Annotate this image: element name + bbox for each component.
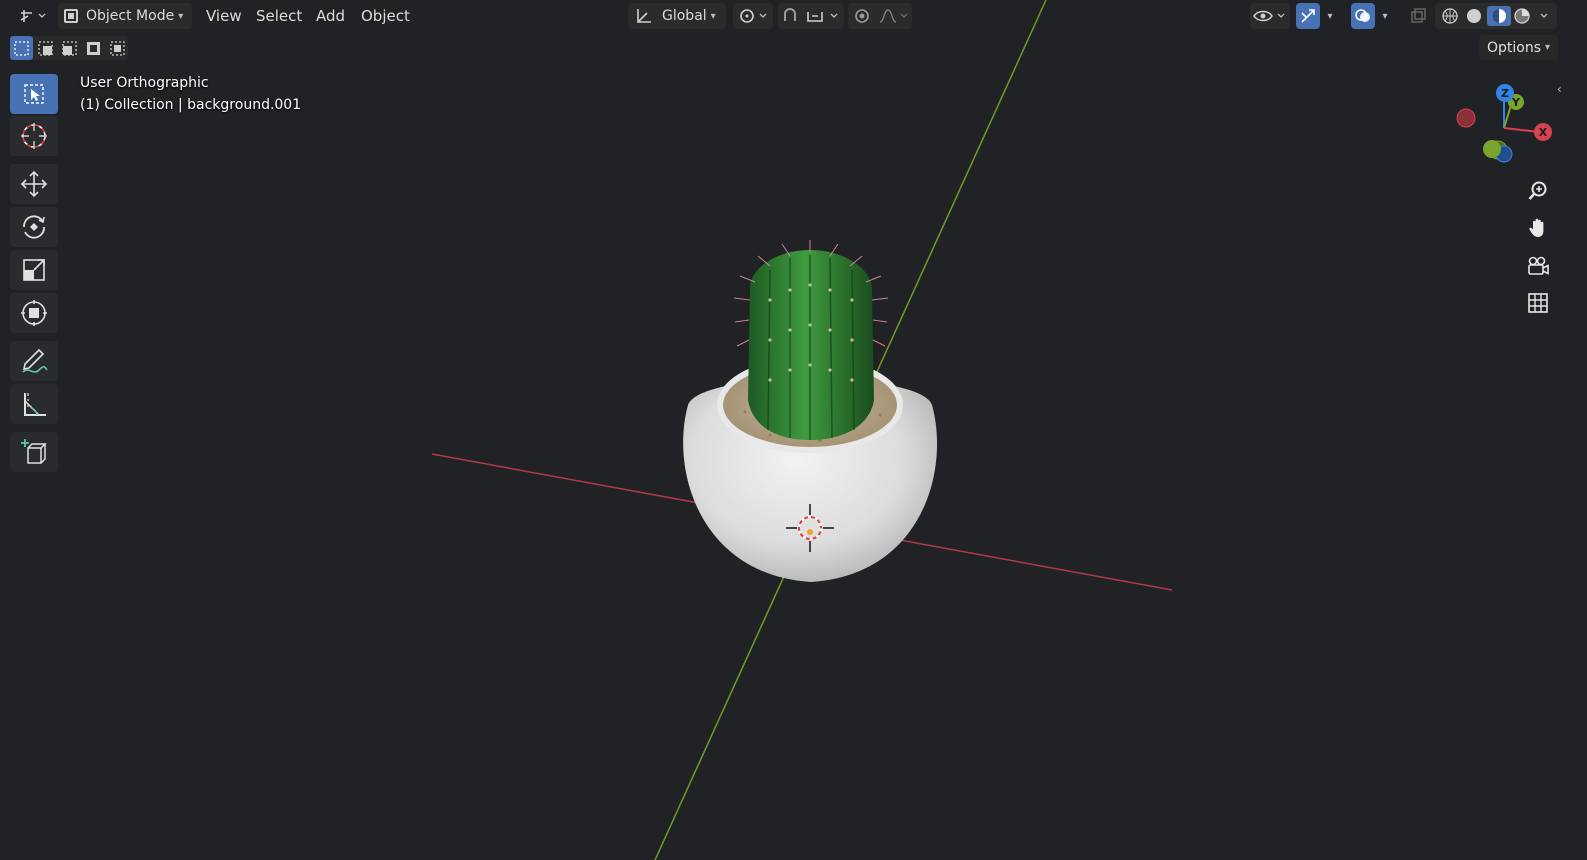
xray-toggle-button[interactable] <box>1406 3 1430 29</box>
hand-icon <box>1529 218 1544 237</box>
chevron-down-icon: ▾ <box>178 10 184 22</box>
proportional-editing-controls[interactable] <box>848 3 912 29</box>
options-dropdown[interactable]: Options ▾ <box>1479 35 1558 60</box>
camera-view-button[interactable] <box>1521 249 1555 283</box>
transform-tool[interactable] <box>10 293 58 333</box>
proportional-icon <box>855 9 908 23</box>
visibility-dropdown[interactable] <box>1250 3 1290 29</box>
move-tool[interactable] <box>10 164 58 204</box>
pivot-icon <box>740 9 767 23</box>
transform-icon <box>21 300 47 326</box>
gizmo-x-label: X <box>1539 126 1548 139</box>
sidebar-collapse-icon[interactable]: ‹ <box>1557 82 1562 96</box>
object-mode-icon <box>64 9 78 23</box>
menu-object[interactable]: Object <box>361 5 410 27</box>
chevron-down-icon: ▾ <box>1382 10 1388 22</box>
grid-icon <box>1528 293 1548 313</box>
move-icon <box>20 170 48 198</box>
scale-icon <box>23 259 45 281</box>
transform-orientation-dropdown[interactable]: Global ▾ <box>628 3 726 29</box>
selection-mode-group <box>10 36 128 60</box>
overlays-icon <box>1355 9 1370 22</box>
menu-add[interactable]: Add <box>316 5 345 27</box>
annotate-icon <box>22 348 48 373</box>
menu-view[interactable]: View <box>206 5 242 27</box>
overlays-toggle-button[interactable] <box>1351 3 1375 29</box>
measure-icon <box>24 393 46 416</box>
select-box-icon <box>24 84 44 104</box>
gizmo-dropdown[interactable]: ▾ <box>1322 3 1338 29</box>
annotate-tool[interactable] <box>10 341 58 381</box>
shading-mode-group <box>1435 3 1557 29</box>
navigation-gizmo[interactable]: Y Z X <box>1452 80 1562 170</box>
chevron-down-icon: ▾ <box>710 10 716 22</box>
snap-controls[interactable] <box>778 3 844 29</box>
viewport-info: User Orthographic (1) Collection | backg… <box>80 72 301 116</box>
snap-icon <box>784 8 838 22</box>
eye-icon <box>1253 10 1285 22</box>
chevron-down-icon: ▾ <box>1327 10 1333 22</box>
scene-canvas <box>431 0 1173 860</box>
editor-type-button[interactable] <box>16 3 50 29</box>
chevron-down-icon: ▾ <box>1545 42 1551 53</box>
orientation-label: Global <box>662 8 707 24</box>
orientation-icon <box>637 9 651 23</box>
collection-info: (1) Collection | background.001 <box>80 97 302 113</box>
overlays-dropdown[interactable]: ▾ <box>1377 3 1393 29</box>
select-box-tool[interactable] <box>10 74 58 114</box>
axes-editor-icon <box>20 10 46 22</box>
pan-button[interactable] <box>1521 211 1555 245</box>
pivot-point-dropdown[interactable] <box>733 3 773 29</box>
view-name: User Orthographic <box>80 75 209 91</box>
selection-mode-icons <box>10 36 125 60</box>
cursor-tool[interactable] <box>10 116 58 156</box>
camera-icon <box>1528 256 1549 275</box>
rotate-icon <box>23 215 45 239</box>
gizmo-icon <box>1301 9 1315 23</box>
viewport-header: Object Mode ▾ View Select Add Object Glo… <box>0 0 1587 32</box>
add-cube-icon <box>21 439 47 464</box>
scale-tool[interactable] <box>10 250 58 290</box>
xray-icon <box>1411 8 1426 23</box>
3d-viewport[interactable]: Object Mode ▾ View Select Add Object Glo… <box>0 0 1587 860</box>
perspective-toggle-button[interactable] <box>1521 286 1555 320</box>
rotate-tool[interactable] <box>10 207 58 247</box>
zoom-button[interactable] <box>1521 174 1555 208</box>
options-label: Options <box>1486 39 1541 56</box>
gizmo-z-label: Z <box>1501 87 1509 100</box>
zoom-icon <box>1528 181 1547 200</box>
cursor-icon <box>21 123 47 149</box>
add-cube-tool[interactable] <box>10 432 58 472</box>
menu-select[interactable]: Select <box>256 5 302 27</box>
mode-label: Object Mode <box>86 8 175 24</box>
measure-tool[interactable] <box>10 384 58 424</box>
shading-icons <box>1442 6 1548 26</box>
mode-dropdown[interactable]: Object Mode ▾ <box>58 3 192 29</box>
gizmo-toggle-button[interactable] <box>1296 3 1320 29</box>
